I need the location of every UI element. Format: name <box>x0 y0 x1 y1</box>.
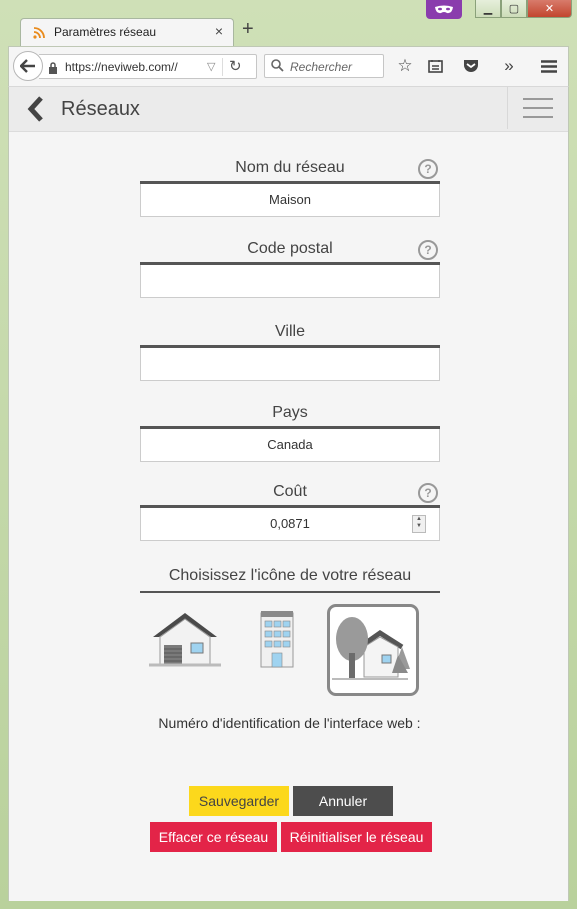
url-separator <box>222 58 223 76</box>
app-header: Réseaux <box>9 87 568 132</box>
url-text[interactable]: https://neviweb.com// <box>65 60 178 74</box>
building-icon[interactable] <box>255 607 299 676</box>
number-spinner[interactable]: ▲ ▼ <box>412 515 426 533</box>
star-icon[interactable]: ☆ <box>395 56 415 76</box>
city-field: Ville <box>140 323 440 381</box>
field-label: Ville <box>140 323 440 348</box>
icon-section-label: Choisissez l'icône de votre réseau <box>140 567 440 593</box>
page-content: Réseaux Nom du réseau ? Maison Code post… <box>8 87 569 901</box>
country-field: Pays Canada <box>140 404 440 462</box>
cancel-button[interactable]: Annuler <box>293 786 393 816</box>
navigation-toolbar: https://neviweb.com// ▽ ↻ Rechercher ☆ » <box>8 46 569 87</box>
maximize-button[interactable]: ▢ <box>501 0 527 18</box>
reader-icon[interactable] <box>425 56 445 76</box>
hamburger-menu-button[interactable] <box>507 87 568 129</box>
search-placeholder: Rechercher <box>290 60 353 74</box>
menu-icon[interactable] <box>539 56 559 76</box>
help-icon[interactable]: ? <box>418 159 438 179</box>
cost-value: 0,0871 <box>270 516 310 531</box>
window-controls: ▁ ▢ ✕ <box>475 0 572 20</box>
lock-icon <box>48 61 58 79</box>
web-interface-id-label: Numéro d'identification de l'interface w… <box>158 715 421 731</box>
house-icon[interactable] <box>147 607 223 676</box>
field-label: Code postal ? <box>140 240 440 265</box>
pocket-icon[interactable] <box>461 56 481 76</box>
tab-close-icon[interactable]: × <box>215 23 223 39</box>
cost-input[interactable]: 0,0871 ▲ ▼ <box>140 508 440 541</box>
reload-icon[interactable]: ↻ <box>229 57 242 75</box>
network-name-input[interactable]: Maison <box>140 184 440 217</box>
cost-field: Coût ? 0,0871 ▲ ▼ <box>140 483 440 541</box>
save-button[interactable]: Sauvegarder <box>189 786 289 816</box>
search-box[interactable]: Rechercher <box>264 54 384 78</box>
back-chevron-icon[interactable] <box>27 96 45 127</box>
postal-code-input[interactable] <box>140 265 440 298</box>
tab-strip: ▁ ▢ ✕ Paramètres réseau × + <box>0 0 577 46</box>
field-label: Nom du réseau ? <box>140 159 440 184</box>
network-name-field: Nom du réseau ? Maison <box>140 159 440 217</box>
field-label: Pays <box>140 404 440 429</box>
url-dropdown-icon[interactable]: ▽ <box>207 60 215 73</box>
new-tab-button[interactable]: + <box>242 19 254 39</box>
back-button[interactable] <box>13 51 43 81</box>
help-icon[interactable]: ? <box>418 483 438 503</box>
close-window-button[interactable]: ✕ <box>527 0 572 18</box>
minimize-button[interactable]: ▁ <box>475 0 501 18</box>
reset-network-button[interactable]: Réinitialiser le réseau <box>281 822 432 852</box>
delete-network-button[interactable]: Effacer ce réseau <box>150 822 277 852</box>
rss-icon <box>33 26 45 39</box>
help-icon[interactable]: ? <box>418 240 438 260</box>
field-label: Coût ? <box>140 483 440 508</box>
page-title: Réseaux <box>61 98 140 120</box>
browser-window: ▁ ▢ ✕ Paramètres réseau × + https://nevi… <box>0 0 577 909</box>
city-input[interactable] <box>140 348 440 381</box>
postal-code-field: Code postal ? <box>140 240 440 298</box>
cottage-tree-icon[interactable] <box>327 604 419 696</box>
country-input[interactable]: Canada <box>140 429 440 462</box>
tab-title: Paramètres réseau <box>54 25 157 39</box>
search-icon <box>271 59 284 77</box>
overflow-icon[interactable]: » <box>499 56 519 76</box>
private-mask-icon[interactable] <box>426 0 462 19</box>
url-bar[interactable]: https://neviweb.com// ▽ ↻ <box>39 54 257 79</box>
browser-tab[interactable]: Paramètres réseau × <box>20 18 234 46</box>
